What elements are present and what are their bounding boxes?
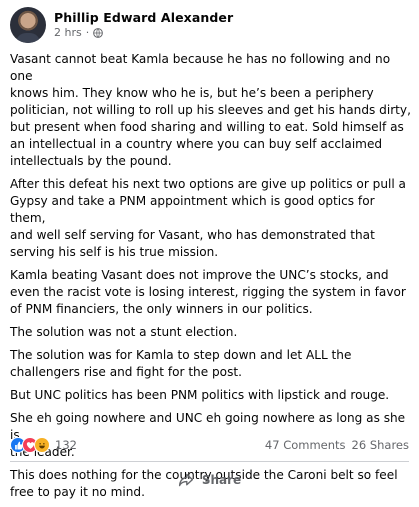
post-paragraph: The solution was for Kamla to step down … <box>10 348 352 379</box>
post-paragraph: The solution was not a stunt election. <box>10 325 238 339</box>
haha-icon <box>34 437 50 453</box>
reaction-count: 132 <box>55 438 77 452</box>
meta-separator: · <box>85 26 90 39</box>
shares-count[interactable]: 26 Shares <box>352 438 409 452</box>
avatar[interactable] <box>10 7 46 43</box>
share-label: Share <box>201 473 242 487</box>
reactions-summary[interactable]: 132 <box>10 437 77 453</box>
post-paragraph: Vasant cannot beat Kamla because he has … <box>10 52 411 168</box>
post-header-text: Phillip Edward Alexander 2 hrs · <box>54 10 233 40</box>
post-actions: Share <box>0 466 419 494</box>
post-paragraph: Kamla beating Vasant does not improve th… <box>10 268 406 316</box>
post-paragraph: But UNC politics has been PNM politics w… <box>10 388 390 402</box>
engagement-counts: 47 Comments 26 Shares <box>265 438 409 452</box>
facebook-post: Phillip Edward Alexander 2 hrs · Vasant … <box>0 0 419 499</box>
post-stats: 132 47 Comments 26 Shares <box>10 436 409 454</box>
post-paragraph: After this defeat his next two options a… <box>10 177 406 259</box>
globe-icon[interactable] <box>93 28 104 38</box>
post-timestamp[interactable]: 2 hrs <box>54 26 82 40</box>
share-button[interactable]: Share <box>178 472 241 488</box>
post-header: Phillip Edward Alexander 2 hrs · <box>10 5 233 45</box>
comments-count[interactable]: 47 Comments <box>265 438 346 452</box>
post-meta: 2 hrs · <box>54 26 233 40</box>
share-arrow-icon <box>178 473 193 487</box>
divider <box>10 461 409 462</box>
author-name[interactable]: Phillip Edward Alexander <box>54 10 233 26</box>
